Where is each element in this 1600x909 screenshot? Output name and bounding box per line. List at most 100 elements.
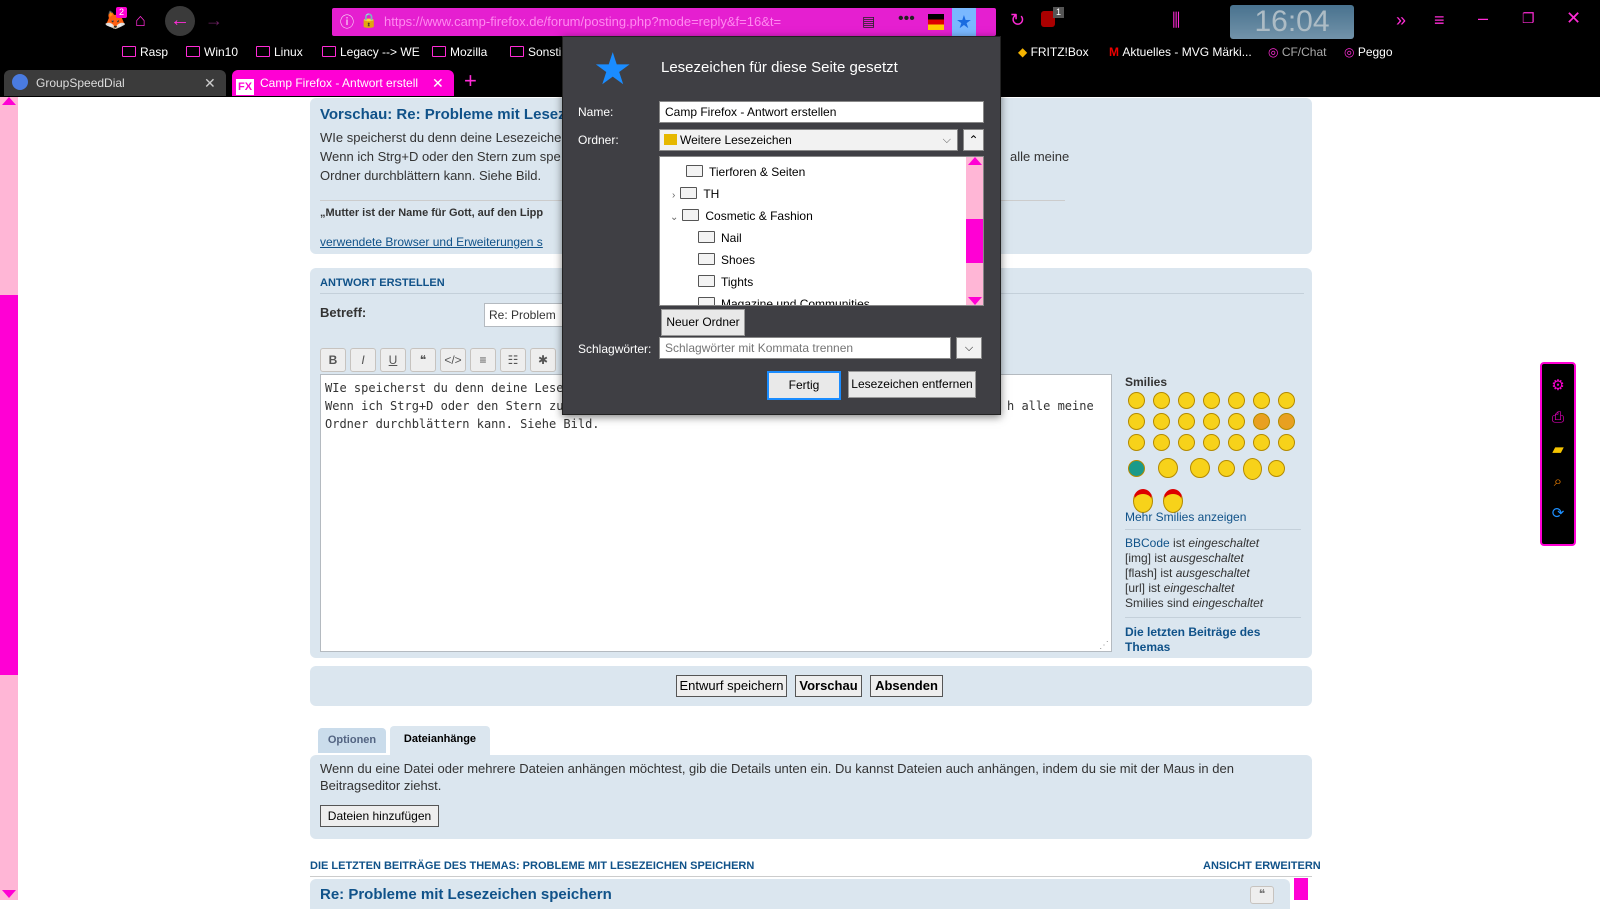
list-item-button[interactable]: ✱ bbox=[530, 348, 556, 372]
chevron-right-icon[interactable]: › bbox=[672, 190, 675, 201]
hamburger-menu-icon[interactable]: ≡ bbox=[1434, 10, 1445, 30]
url-text[interactable]: https://www.camp-firefox.de/forum/postin… bbox=[384, 14, 781, 29]
search-page-icon[interactable]: ⌕ bbox=[1550, 474, 1566, 490]
smiley-icon[interactable] bbox=[1253, 413, 1270, 430]
open-folder-icon[interactable]: ▰ bbox=[1550, 442, 1566, 458]
smiley-icon[interactable] bbox=[1203, 392, 1220, 409]
collapse-tree-button[interactable]: ⌃ bbox=[963, 129, 984, 151]
smiley-icon[interactable] bbox=[1178, 392, 1195, 409]
bookmark-folder-win10[interactable]: Win10 bbox=[186, 45, 238, 59]
tree-scroll-down-icon[interactable] bbox=[968, 297, 982, 305]
page-actions-icon[interactable]: ••• bbox=[898, 10, 915, 28]
quote-button[interactable]: ❝ bbox=[410, 348, 436, 372]
name-input[interactable]: Camp Firefox - Antwort erstellen bbox=[659, 101, 984, 123]
settings-gear-icon[interactable]: ⚙ bbox=[1550, 378, 1566, 394]
smiley-icon[interactable] bbox=[1203, 434, 1220, 451]
chevron-down-icon[interactable]: ⌄ bbox=[670, 212, 678, 223]
done-button[interactable]: Fertig bbox=[767, 371, 841, 400]
new-folder-button[interactable]: Neuer Ordner bbox=[661, 309, 745, 336]
smiley-icon[interactable] bbox=[1253, 434, 1270, 451]
bookmark-mvg[interactable]: M Aktuelles - MVG Märki... bbox=[1109, 45, 1252, 59]
smiley-icon[interactable] bbox=[1278, 413, 1295, 430]
sync-icon[interactable]: ⟳ bbox=[1550, 506, 1566, 522]
bookmark-folder-rasp[interactable]: Rasp bbox=[122, 45, 168, 59]
folder-select[interactable]: Weitere Lesezeichen ⌵ bbox=[659, 129, 958, 151]
bold-button[interactable]: B bbox=[320, 348, 346, 372]
tree-scrollbar-thumb[interactable] bbox=[966, 219, 983, 263]
restore-icon[interactable]: ❐ bbox=[1522, 8, 1535, 28]
expand-view-link[interactable]: ANSICHT ERWEITERN bbox=[1203, 860, 1321, 872]
tab-attachments[interactable]: Dateianhänge bbox=[390, 726, 490, 755]
smiley-icon[interactable] bbox=[1178, 413, 1195, 430]
resize-handle-icon[interactable]: ⋰ bbox=[1099, 640, 1109, 651]
bookmark-folder-mozilla[interactable]: Mozilla bbox=[432, 45, 487, 59]
tree-item[interactable]: ⌄ Cosmetic & Fashion bbox=[670, 205, 813, 227]
tree-scroll-up-icon[interactable] bbox=[968, 157, 982, 165]
smiley-icon[interactable] bbox=[1278, 434, 1295, 451]
underline-button[interactable]: U bbox=[380, 348, 406, 372]
close-window-icon[interactable]: ✕ bbox=[1566, 8, 1581, 28]
tree-item[interactable]: Tierforen & Seiten bbox=[686, 161, 805, 183]
smiley-icon[interactable] bbox=[1253, 392, 1270, 409]
add-files-button[interactable]: Dateien hinzufügen bbox=[320, 805, 439, 827]
smiley-icon[interactable] bbox=[1128, 434, 1145, 451]
tree-item[interactable]: Tights bbox=[698, 271, 753, 293]
tab-camp-firefox[interactable]: FX Camp Firefox - Antwort erstell ✕ bbox=[232, 70, 454, 96]
italic-button[interactable]: I bbox=[350, 348, 376, 372]
smiley-icon[interactable] bbox=[1218, 460, 1235, 477]
reader-view-icon[interactable]: ▤ bbox=[862, 13, 875, 30]
tree-item[interactable]: Magazine und Communities bbox=[698, 293, 870, 305]
tab-close-icon[interactable]: ✕ bbox=[432, 70, 444, 96]
info-icon[interactable]: ⓘ bbox=[340, 12, 354, 32]
minimize-icon[interactable]: – bbox=[1478, 8, 1488, 28]
bbcode-link[interactable]: BBCode bbox=[1125, 536, 1170, 550]
smiley-icon[interactable] bbox=[1153, 434, 1170, 451]
library-icon[interactable]: ⫼ bbox=[1172, 10, 1180, 30]
smiley-icon[interactable] bbox=[1278, 392, 1295, 409]
scroll-down-icon[interactable] bbox=[2, 890, 16, 898]
home-icon[interactable]: ⌂ bbox=[135, 10, 146, 30]
bookmark-folder-legacy[interactable]: Legacy --> WE bbox=[322, 45, 420, 59]
reload-icon[interactable]: ↻ bbox=[1010, 10, 1025, 30]
post-title[interactable]: Re: Probleme mit Lesezeichen speichern bbox=[320, 886, 612, 903]
last-posts-link[interactable]: Die letzten Beiträge des Themas bbox=[1125, 625, 1301, 655]
tree-item[interactable]: Shoes bbox=[698, 249, 755, 271]
url-bar[interactable]: ⓘ 🔒 https://www.camp-firefox.de/forum/po… bbox=[332, 8, 996, 36]
tree-item[interactable]: Nail bbox=[698, 227, 742, 249]
tree-item[interactable]: › TH bbox=[672, 183, 719, 205]
print-icon[interactable]: ⎙ bbox=[1550, 410, 1566, 426]
smiley-icon[interactable] bbox=[1153, 392, 1170, 409]
smiley-icon[interactable] bbox=[1228, 413, 1245, 430]
smiley-icon[interactable] bbox=[1228, 392, 1245, 409]
more-smilies-link[interactable]: Mehr Smilies anzeigen bbox=[1125, 510, 1246, 524]
smiley-icon[interactable] bbox=[1153, 413, 1170, 430]
preview-button[interactable]: Vorschau bbox=[795, 675, 862, 697]
forward-icon[interactable]: → bbox=[205, 10, 223, 30]
tags-dropdown-button[interactable]: ⌵ bbox=[956, 337, 982, 359]
smiley-icon[interactable] bbox=[1268, 460, 1285, 477]
submit-button[interactable]: Absenden bbox=[870, 675, 943, 697]
smiley-icon[interactable] bbox=[1128, 392, 1145, 409]
back-button[interactable]: ← bbox=[165, 6, 195, 36]
tab-groupspeeddial[interactable]: GroupSpeedDial ✕ bbox=[4, 70, 226, 96]
code-button[interactable]: </> bbox=[440, 348, 466, 372]
signature-link[interactable]: verwendete Browser und Erweiterungen s bbox=[320, 235, 543, 249]
bookmark-star-icon[interactable]: ★ bbox=[952, 8, 976, 36]
bookmark-cfchat[interactable]: ◎ CF/Chat bbox=[1268, 45, 1327, 59]
german-flag-icon[interactable] bbox=[928, 14, 944, 30]
tab-close-icon[interactable]: ✕ bbox=[204, 70, 216, 96]
new-tab-icon[interactable]: + bbox=[464, 68, 477, 94]
smiley-icon[interactable] bbox=[1128, 413, 1145, 430]
quote-post-icon[interactable]: ❝ bbox=[1250, 886, 1274, 904]
tags-input[interactable] bbox=[659, 337, 951, 359]
smiley-icon[interactable] bbox=[1178, 434, 1195, 451]
page-scrollbar-thumb[interactable] bbox=[0, 295, 18, 675]
smiley-icon[interactable] bbox=[1128, 460, 1145, 477]
remove-bookmark-button[interactable]: Lesezeichen entfernen bbox=[848, 371, 976, 398]
folder-tree[interactable]: Tierforen & Seiten › TH ⌄ Cosmetic & Fashi… bbox=[659, 156, 984, 306]
bookmark-fritzbox[interactable]: ◆ FRITZ!Box bbox=[1018, 45, 1089, 59]
smiley-icon[interactable] bbox=[1158, 458, 1178, 478]
tab-options[interactable]: Optionen bbox=[318, 728, 386, 753]
save-draft-button[interactable]: Entwurf speichern bbox=[676, 675, 787, 697]
smiley-icon[interactable] bbox=[1190, 458, 1210, 478]
